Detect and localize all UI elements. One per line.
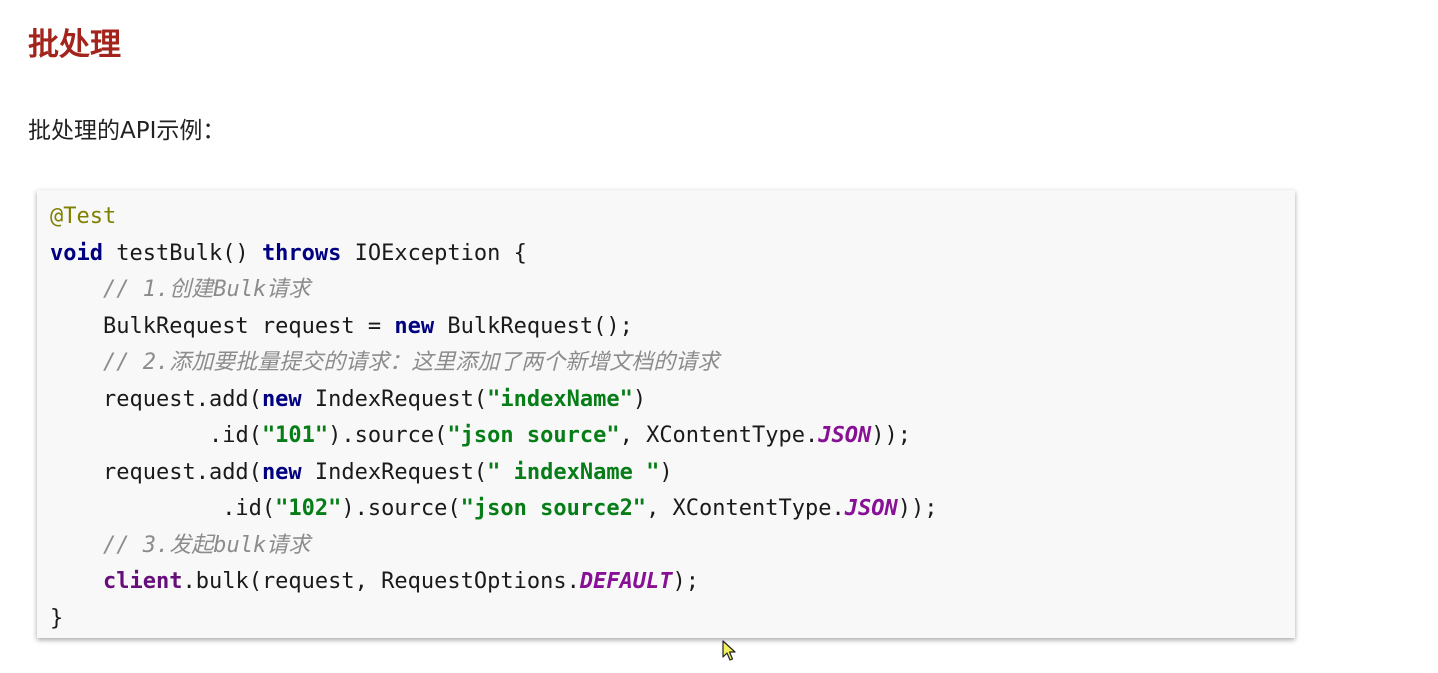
code-text: request.add( (102, 386, 262, 412)
code-line-6: request.add(new IndexRequest("indexName"… (50, 382, 937, 419)
string-literal: "json source" (447, 423, 620, 448)
comment: // 3.发起bulk请求 (102, 532, 311, 558)
code-text: BulkRequest request = (102, 313, 395, 339)
code-text: )); (897, 496, 938, 521)
string-literal: "json source2" (460, 496, 647, 521)
string-literal: "101" (261, 423, 329, 448)
code-text: .bulk(request, RequestOptions. (182, 569, 580, 594)
code-text: ).source( (341, 496, 461, 521)
code-line-2: void testBulk() throws IOException { (50, 236, 937, 273)
mouse-cursor-icon (722, 640, 736, 661)
string-literal: " indexName " (487, 459, 660, 485)
string-literal: "102" (275, 496, 342, 521)
code-line-12: } (50, 601, 937, 638)
annotation: @Test (50, 204, 117, 229)
code-text: ) (632, 386, 647, 412)
code-text: ).source( (328, 423, 448, 448)
code-line-4: BulkRequest request = new BulkRequest(); (50, 309, 937, 346)
code-line-10: // 3.发起bulk请求 (50, 528, 937, 565)
constant: JSON (818, 423, 872, 448)
code-text: request.add( (102, 459, 262, 485)
code-block: @Test void testBulk() throws IOException … (37, 190, 1295, 638)
code-text: .id( (222, 496, 276, 521)
code-line-5: // 2.添加要批量提交的请求：这里添加了两个新增文档的请求 (50, 345, 937, 382)
code-line-9: .id("102").source("json source2", XConte… (50, 491, 937, 528)
code-text: , XContentType. (619, 423, 819, 448)
field-client: client (102, 569, 183, 594)
closing-brace: } (50, 605, 64, 631)
constant: JSON (844, 496, 898, 521)
exception-type: IOException { (341, 240, 527, 266)
code-text: .id( (208, 423, 262, 448)
comment: // 1.创建Bulk请求 (102, 277, 311, 302)
code-content: @Test void testBulk() throws IOException … (50, 199, 937, 637)
code-line-7: .id("101").source("json source", XConten… (50, 418, 937, 455)
code-line-11: client.bulk(request, RequestOptions.DEFA… (50, 564, 937, 601)
keyword-void: void (50, 240, 103, 266)
code-text: BulkRequest(); (434, 313, 633, 339)
code-line-3: // 1.创建Bulk请求 (50, 272, 937, 309)
string-literal: "indexName" (487, 386, 633, 412)
code-text: ) (659, 459, 673, 485)
code-text: )); (871, 423, 911, 448)
method-signature: testBulk() (102, 240, 262, 266)
keyword-new: new (261, 459, 302, 485)
keyword-new: new (394, 313, 435, 339)
keyword-throws: throws (261, 240, 342, 266)
comment: // 2.添加要批量提交的请求：这里添加了两个新增文档的请求 (102, 350, 720, 375)
keyword-new: new (261, 386, 302, 412)
code-line-8: request.add(new IndexRequest(" indexName… (50, 455, 937, 492)
code-text: , XContentType. (646, 496, 845, 521)
code-text: IndexRequest( (301, 386, 488, 412)
code-line-1: @Test (50, 199, 937, 236)
code-text: ); (672, 569, 700, 594)
intro-text: 批处理的API示例： (28, 118, 226, 144)
constant: DEFAULT (579, 569, 673, 594)
page-title: 批处理 (28, 27, 121, 63)
code-text: IndexRequest( (301, 459, 488, 485)
